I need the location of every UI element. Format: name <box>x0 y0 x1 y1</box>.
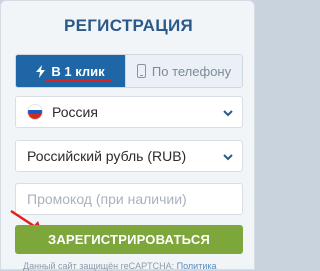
highlight-underline <box>46 79 112 81</box>
currency-value: Российский рубль (RUB) <box>27 148 187 164</box>
tab-one-click-label: В 1 клик <box>51 63 105 79</box>
lightning-icon <box>36 64 46 78</box>
promo-code-placeholder: Промокод (при наличии) <box>27 191 187 207</box>
currency-select[interactable]: Российский рубль (RUB) <box>15 140 243 172</box>
phone-icon <box>136 64 146 78</box>
russia-flag-icon <box>27 104 43 120</box>
country-select[interactable]: Россия <box>15 96 243 128</box>
country-value: Россия <box>52 104 98 120</box>
tab-one-click[interactable]: В 1 клик <box>16 55 125 87</box>
chevron-down-icon <box>222 150 234 166</box>
register-button[interactable]: ЗАРЕГИСТРИРОВАТЬСЯ <box>15 225 243 254</box>
tab-by-phone[interactable]: По телефону <box>125 55 242 87</box>
registration-card: РЕГИСТРАЦИЯ В 1 клик По телефону Россия … <box>0 0 255 271</box>
registration-tabs: В 1 клик По телефону <box>15 54 243 88</box>
chevron-down-icon <box>222 106 234 122</box>
tab-by-phone-label: По телефону <box>151 63 232 79</box>
promo-code-input[interactable]: Промокод (при наличии) <box>15 183 243 215</box>
registration-title: РЕГИСТРАЦИЯ <box>63 16 194 35</box>
